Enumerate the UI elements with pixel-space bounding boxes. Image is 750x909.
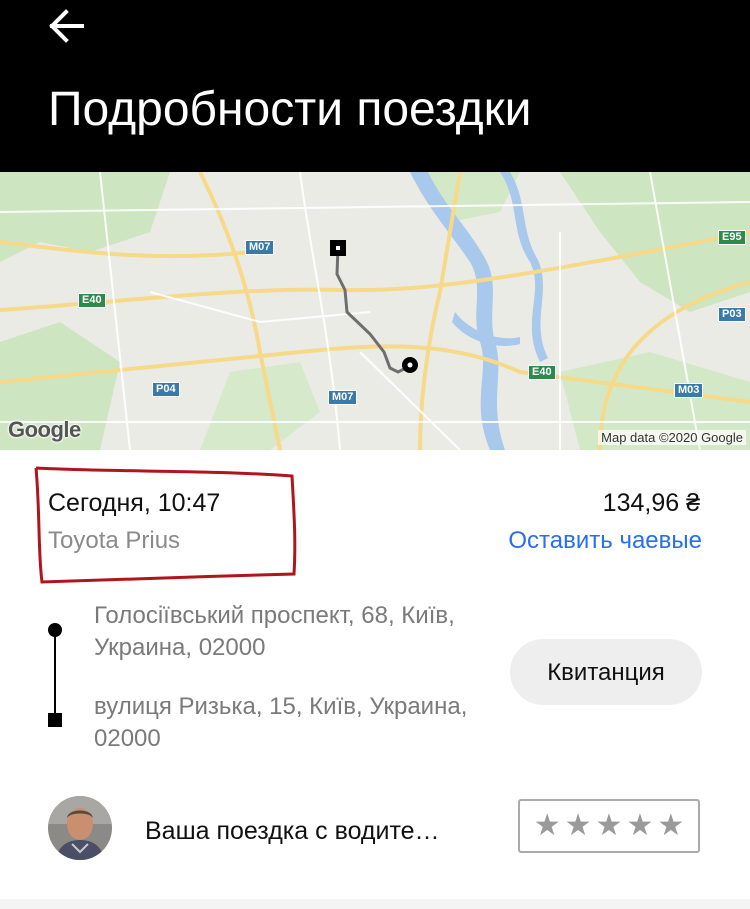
pickup-address: Голосіївський проспект, 68, Київ, Украин… — [94, 602, 455, 661]
star-rating[interactable]: ★ ★ ★ ★ ★ — [518, 799, 700, 853]
road-label: M07 — [328, 390, 358, 405]
road-label: E40 — [78, 293, 106, 308]
bottom-divider — [0, 899, 750, 909]
road-label: M07 — [245, 240, 275, 255]
map-canvas — [0, 172, 750, 450]
star-icon[interactable]: ★ — [657, 811, 684, 841]
route-map[interactable]: M07 E95 E40 P03 E40 P04 M07 M03 Google M… — [0, 172, 750, 450]
road-label: E40 — [528, 365, 556, 380]
arrow-left-icon — [49, 9, 84, 43]
road-label: P04 — [152, 382, 180, 397]
driver-avatar — [48, 796, 112, 860]
star-icon[interactable]: ★ — [596, 811, 623, 841]
pickup-dot-icon — [48, 623, 62, 637]
route-connector — [54, 631, 56, 719]
road-label: E95 — [718, 230, 746, 245]
trip-date-time: Сегодня, 10:47 — [48, 489, 221, 517]
road-label: P03 — [718, 307, 746, 322]
google-logo: Google — [8, 417, 81, 442]
dropoff-square-icon — [48, 713, 62, 727]
receipt-button[interactable]: Квитанция — [510, 639, 702, 705]
app-header: Подробности поездки — [0, 0, 750, 172]
driver-photo — [48, 796, 112, 860]
rate-driver-text: Ваша поездка с водите… — [145, 817, 440, 845]
star-icon[interactable]: ★ — [565, 811, 592, 841]
vehicle-model: Toyota Prius — [48, 527, 181, 554]
leave-tip-link[interactable]: Оставить чаевые — [508, 526, 702, 556]
back-button[interactable] — [46, 6, 90, 46]
dropoff-address: вулиця Ризька, 15, Київ, Украина, 02000 — [94, 693, 468, 752]
star-icon[interactable]: ★ — [534, 811, 561, 841]
hand-drawn-highlight-box — [34, 466, 297, 584]
road-label: M03 — [674, 383, 704, 398]
map-attribution[interactable]: Map data ©2020 Google — [598, 430, 746, 445]
star-icon[interactable]: ★ — [626, 811, 653, 841]
page-title: Подробности поездки — [48, 83, 532, 136]
trip-price: 134,96 ₴ — [602, 489, 700, 517]
